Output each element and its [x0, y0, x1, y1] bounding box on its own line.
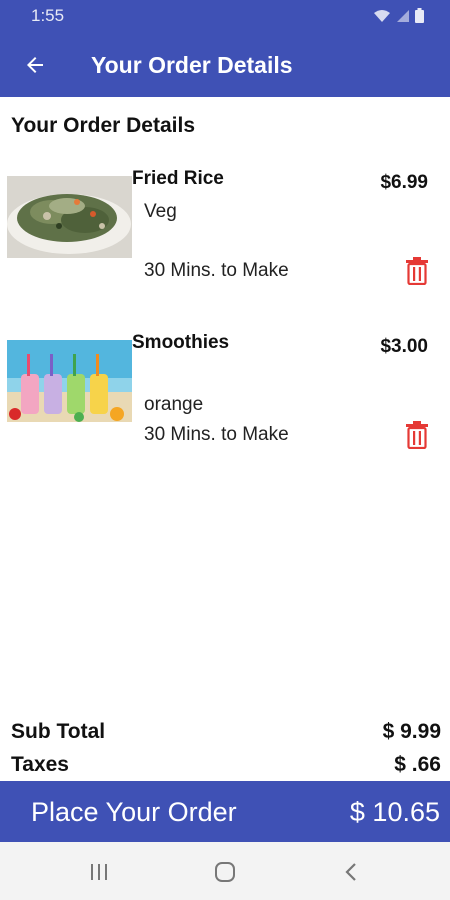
- item-variant: orange: [144, 394, 204, 415]
- item-name: Smoothies: [132, 332, 230, 353]
- status-time: 1:55: [31, 6, 65, 25]
- order-total: $ 10.65: [349, 797, 440, 827]
- fried-rice-image: [7, 176, 132, 258]
- taxes-row: Taxes $ .66: [11, 753, 441, 777]
- item-prep-time: 30 Mins. to Make: [144, 424, 289, 445]
- status-bar: 1:55: [0, 0, 450, 34]
- subtotal-value: $ 9.99: [382, 720, 441, 743]
- trash-icon: [406, 257, 428, 286]
- delete-item-button[interactable]: [404, 421, 430, 450]
- wifi-icon: [374, 10, 390, 22]
- item-price: $6.99: [380, 172, 428, 193]
- item-price: $3.00: [380, 336, 428, 357]
- app-bar: Your Order Details: [0, 34, 450, 97]
- system-back-button[interactable]: [336, 859, 366, 885]
- place-order-label: Place Your Order: [31, 797, 237, 827]
- smoothies-photo: [7, 340, 132, 422]
- back-button[interactable]: [18, 48, 52, 82]
- chevron-left-icon: [345, 863, 356, 881]
- recent-apps-icon: [91, 864, 107, 880]
- subtotal-row: Sub Total $ 9.99: [11, 720, 441, 744]
- delete-item-button[interactable]: [404, 257, 430, 286]
- item-name: Fried Rice: [132, 168, 224, 189]
- place-order-button[interactable]: Place Your Order $ 10.65: [0, 781, 450, 842]
- fried-rice-photo: [7, 176, 132, 258]
- home-button[interactable]: [210, 859, 240, 885]
- order-item: Fried Rice $6.99 Veg 30 Mins. to Make: [0, 165, 450, 295]
- trash-icon: [406, 421, 428, 450]
- signal-icon: [397, 10, 409, 22]
- recent-apps-button[interactable]: [84, 859, 114, 885]
- home-icon: [215, 862, 235, 882]
- item-variant: Veg: [144, 201, 177, 222]
- arrow-left-icon: [27, 57, 43, 73]
- order-item: Smoothies $3.00 orange 30 Mins. to Make: [0, 329, 450, 459]
- app-bar-title: Your Order Details: [91, 52, 293, 78]
- subtotal-label: Sub Total: [11, 720, 106, 743]
- taxes-label: Taxes: [11, 753, 69, 776]
- system-nav-bar: [0, 842, 450, 900]
- page-title: Your Order Details: [11, 114, 195, 137]
- smoothies-image: [7, 340, 132, 422]
- status-icons: [373, 8, 424, 23]
- taxes-value: $ .66: [394, 753, 441, 776]
- battery-icon: [415, 8, 424, 23]
- item-prep-time: 30 Mins. to Make: [144, 260, 289, 281]
